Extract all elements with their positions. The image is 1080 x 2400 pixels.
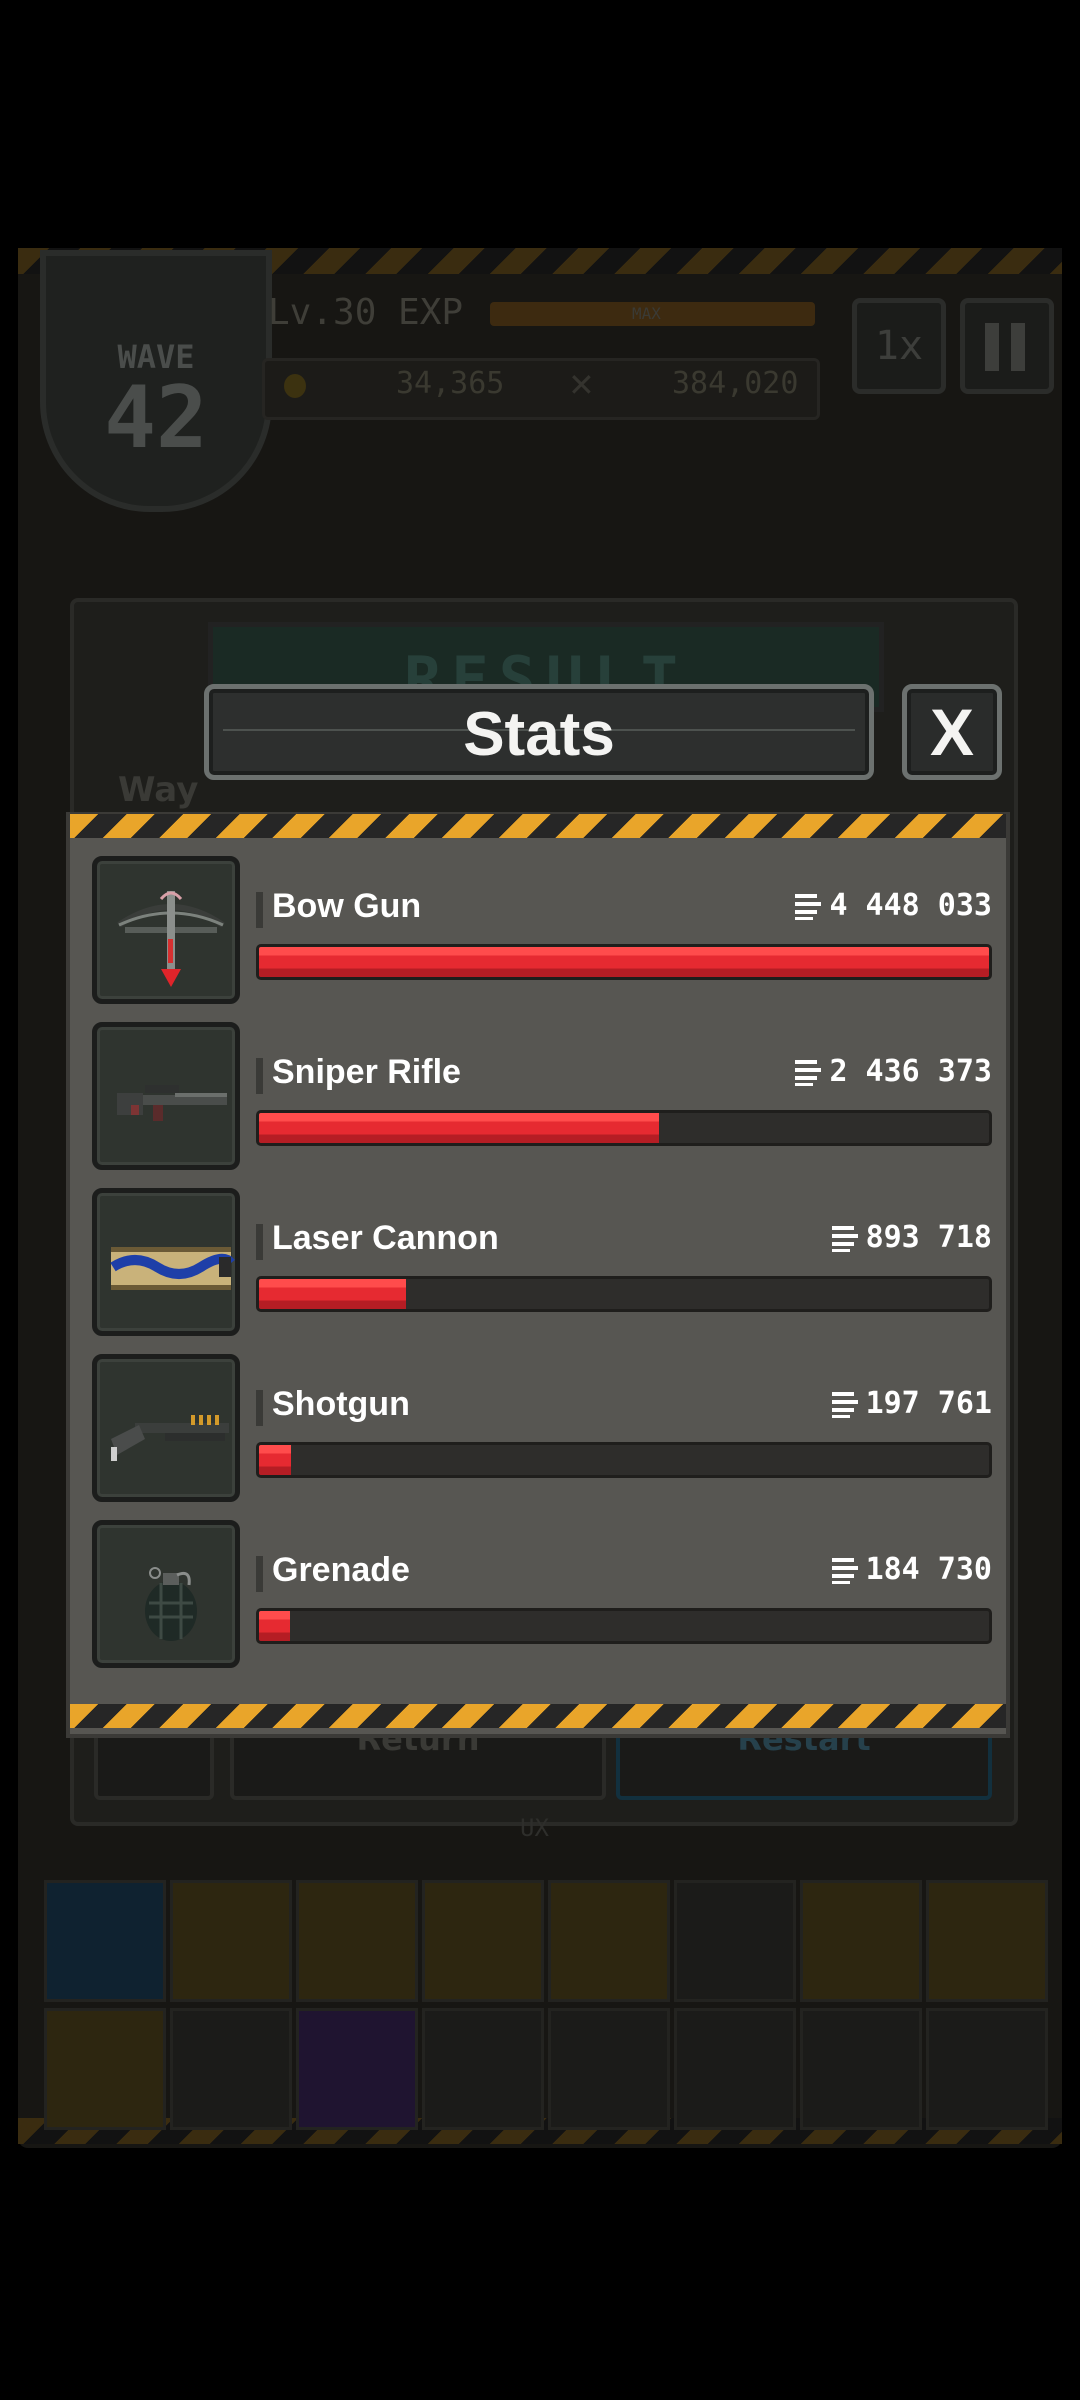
damage-value: 2 436 373 xyxy=(829,1054,992,1089)
background-slot xyxy=(170,1880,292,2002)
background-slot xyxy=(422,1880,544,2002)
row-marker xyxy=(256,1390,263,1426)
weapon-name: Grenade xyxy=(272,1551,410,1589)
background-slot xyxy=(296,1880,418,2002)
background-slot xyxy=(44,2008,166,2130)
damage-bar-fill xyxy=(259,1113,660,1143)
background-slot xyxy=(674,2008,796,2130)
background-slot xyxy=(926,1880,1048,2002)
pause-icon-bar-left xyxy=(985,323,999,371)
background-slot xyxy=(674,1880,796,2002)
background-slot xyxy=(800,1880,922,2002)
exp-max-label: MAX xyxy=(632,304,661,323)
shotgun-thumbnail xyxy=(92,1354,240,1502)
bow-gun-thumbnail xyxy=(92,856,240,1004)
damage-bar-fill xyxy=(259,1445,292,1475)
grenade-thumbnail xyxy=(92,1520,240,1668)
coin-icon xyxy=(284,374,306,398)
grenade-icon xyxy=(145,1567,197,1641)
kill-count: 384,020 xyxy=(672,366,799,401)
stats-title: Stats xyxy=(463,700,615,769)
background-slot xyxy=(800,2008,922,2130)
weapon-row-grenade: Grenade 184 730 xyxy=(92,1520,992,1670)
wave-number: 42 xyxy=(104,368,208,468)
background-slot xyxy=(548,1880,670,2002)
damage-value: 4 448 033 xyxy=(829,888,992,923)
speed-button: 1x xyxy=(852,298,946,394)
close-button[interactable]: X xyxy=(902,684,1002,780)
stats-title-plate: Stats xyxy=(204,684,874,780)
row-marker xyxy=(256,1058,263,1094)
crossed-swords-icon: ✕ xyxy=(568,366,595,404)
coin-count: 34,365 xyxy=(396,366,505,401)
damage-value: 893 718 xyxy=(865,1220,992,1255)
hazard-stripe-bottom xyxy=(70,1704,1006,1728)
pause-button xyxy=(960,298,1054,394)
row-marker xyxy=(256,1224,263,1260)
damage-bar-fill xyxy=(259,947,989,977)
damage-value: 184 730 xyxy=(865,1552,992,1587)
weapon-row-sniper-rifle: Sniper Rifle 2 436 373 xyxy=(92,1022,992,1172)
damage-total: 184 730 xyxy=(831,1552,992,1588)
ammo-icon xyxy=(831,1390,862,1418)
hazard-stripe-top xyxy=(70,814,1006,838)
background-slot xyxy=(44,1880,166,2002)
background-wave-tab: Way xyxy=(118,770,199,810)
damage-bar xyxy=(256,1442,992,1478)
ammo-icon xyxy=(831,1556,862,1584)
ammo-icon xyxy=(795,1058,825,1086)
shotgun-icon xyxy=(111,1415,229,1461)
damage-bar xyxy=(256,944,992,980)
weapon-name: Bow Gun xyxy=(272,887,422,925)
weapon-name: Laser Cannon xyxy=(272,1219,499,1257)
background-slot xyxy=(170,2008,292,2130)
bow-gun-icon xyxy=(117,891,225,987)
sniper-rifle-icon xyxy=(117,1085,227,1121)
damage-bar-fill xyxy=(259,1279,406,1309)
sniper-rifle-thumbnail xyxy=(92,1022,240,1170)
row-marker xyxy=(256,892,263,928)
damage-total: 893 718 xyxy=(831,1220,992,1256)
background-slot xyxy=(296,2008,418,2130)
background-ux-label: UX xyxy=(520,1814,549,1842)
laser-cannon-thumbnail xyxy=(92,1188,240,1336)
damage-total: 197 761 xyxy=(831,1386,992,1422)
damage-total: 4 448 033 xyxy=(795,888,992,924)
ammo-icon xyxy=(795,892,825,920)
background-slot xyxy=(422,2008,544,2130)
weapon-name: Sniper Rifle xyxy=(272,1053,461,1091)
damage-value: 197 761 xyxy=(865,1386,992,1421)
weapon-name: Shotgun xyxy=(272,1385,410,1423)
damage-bar-fill xyxy=(259,1611,290,1641)
row-marker xyxy=(256,1556,263,1592)
background-slot xyxy=(548,2008,670,2130)
damage-bar xyxy=(256,1608,992,1644)
damage-total: 2 436 373 xyxy=(795,1054,992,1090)
pause-icon-bar-right xyxy=(1011,323,1025,371)
wave-badge: WAVE 42 xyxy=(40,250,272,512)
weapon-row-laser-cannon: Laser Cannon 893 718 xyxy=(92,1188,992,1338)
damage-bar xyxy=(256,1110,992,1146)
level-exp-label: Lv.30 EXP xyxy=(268,292,464,333)
weapon-row-shotgun: Shotgun 197 761 xyxy=(92,1354,992,1504)
weapon-row-bow-gun: Bow Gun 4 448 033 xyxy=(92,856,992,1006)
damage-bar xyxy=(256,1276,992,1312)
laser-cannon-icon xyxy=(110,1247,235,1290)
background-slot xyxy=(926,2008,1048,2130)
ammo-icon xyxy=(831,1224,862,1252)
